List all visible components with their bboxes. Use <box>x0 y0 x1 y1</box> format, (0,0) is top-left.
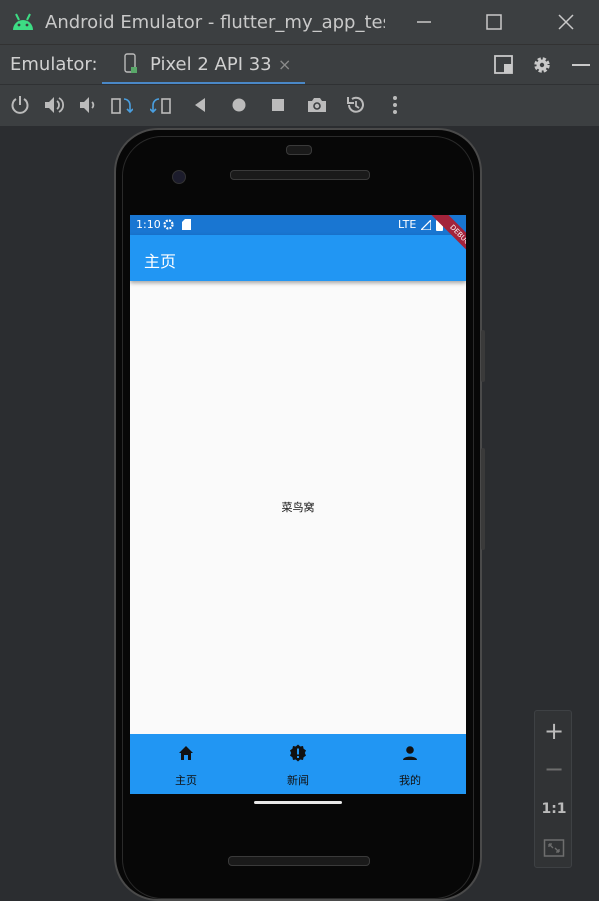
earpiece <box>286 145 312 155</box>
settings-status-icon <box>163 219 174 230</box>
minus-icon[interactable] <box>570 54 592 76</box>
front-camera <box>172 170 186 184</box>
rotate-left-icon[interactable] <box>111 94 133 116</box>
gear-icon[interactable] <box>531 54 553 76</box>
bottom-speaker-grille <box>228 856 370 866</box>
app-bar: 主页 <box>130 235 466 281</box>
snapshot-icon[interactable] <box>345 94 367 116</box>
overview-icon[interactable] <box>267 94 289 116</box>
window-title: Android Emulator - flutter_my_app_test <box>45 12 385 33</box>
zoom-panel: + − 1:1 <box>534 710 572 868</box>
zoom-one-to-one-button[interactable]: 1:1 <box>535 801 573 817</box>
news-icon <box>290 744 306 762</box>
emulator-tabbar: Emulator: Pixel 2 API 33 × <box>0 44 599 85</box>
window-layout-icon[interactable] <box>493 54 515 76</box>
tab-pixel-2-api-33[interactable]: Pixel 2 API 33 × <box>102 45 305 85</box>
minimize-icon[interactable] <box>412 10 436 34</box>
status-time: 1:10 <box>136 218 161 231</box>
nav-label: 我的 <box>399 774 421 787</box>
person-icon <box>403 746 417 760</box>
zoom-in-button[interactable]: + <box>535 717 573 745</box>
home-icon <box>179 746 193 760</box>
nav-item-mine[interactable]: 我的 <box>354 734 466 794</box>
power-side-button[interactable] <box>481 330 485 382</box>
emulator-label: Emulator: <box>10 54 98 75</box>
phone-screen[interactable]: 1:10 LTE 主页 DEBUG 菜鸟窝 主页 新闻 我的 <box>130 215 466 794</box>
body-text: 菜鸟窝 <box>281 501 315 514</box>
emulator-toolbar <box>0 84 599 126</box>
close-icon[interactable] <box>554 10 578 34</box>
bottom-navigation: 主页 新闻 我的 <box>130 734 466 794</box>
volume-side-button[interactable] <box>481 448 485 550</box>
fit-screen-icon[interactable] <box>543 838 565 858</box>
nav-label: 主页 <box>175 774 197 787</box>
status-bar: 1:10 LTE <box>130 215 466 235</box>
sd-card-icon <box>182 219 191 230</box>
phone-icon <box>124 53 137 73</box>
debug-banner: DEBUG <box>420 215 466 275</box>
gesture-home-bar[interactable] <box>254 801 342 804</box>
zoom-out-button[interactable]: − <box>535 755 573 783</box>
rotate-right-icon[interactable] <box>150 94 172 116</box>
window-titlebar: Android Emulator - flutter_my_app_test <box>0 0 599 44</box>
more-icon[interactable] <box>384 94 406 116</box>
power-icon[interactable] <box>9 94 31 116</box>
debug-banner-text: DEBUG <box>427 215 466 268</box>
nav-label: 新闻 <box>287 774 309 787</box>
volume-up-icon[interactable] <box>43 94 65 116</box>
maximize-icon[interactable] <box>482 10 506 34</box>
network-type: LTE <box>398 218 417 231</box>
volume-down-icon[interactable] <box>77 94 99 116</box>
nav-item-news[interactable]: 新闻 <box>242 734 354 794</box>
tab-close-button[interactable]: × <box>278 55 291 74</box>
back-icon[interactable] <box>189 94 211 116</box>
android-icon <box>13 13 33 30</box>
top-speaker-grille <box>230 170 370 180</box>
tab-label: Pixel 2 API 33 <box>150 54 272 75</box>
app-bar-title: 主页 <box>144 252 177 271</box>
nav-item-home[interactable]: 主页 <box>130 734 242 794</box>
home-icon[interactable] <box>228 94 250 116</box>
camera-icon[interactable] <box>306 94 328 116</box>
